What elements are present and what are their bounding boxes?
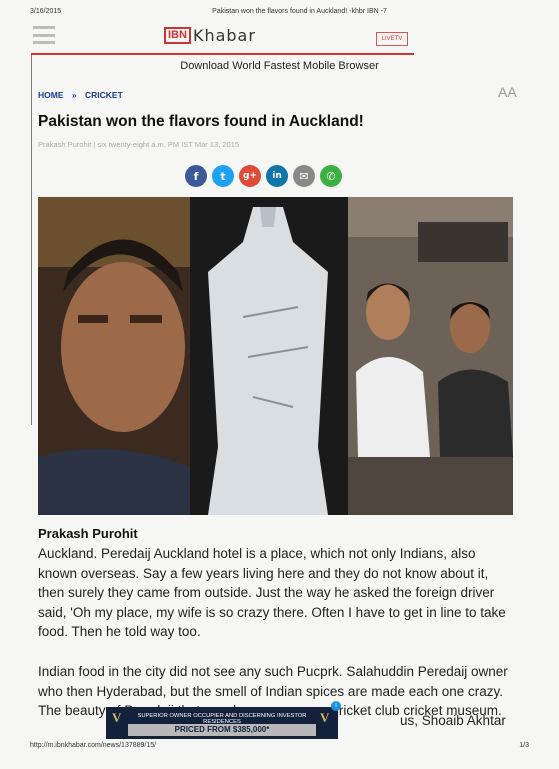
breadcrumb-separator: » [71, 90, 77, 100]
linkedin-icon[interactable]: in [266, 165, 288, 187]
article-byline: Prakash Purohit | six twenty-eight a.m. … [38, 140, 240, 149]
facebook-icon[interactable]: f [185, 165, 207, 187]
hamburger-menu-icon[interactable] [33, 26, 55, 44]
article-trailing-text: us, Shoaib Akhtar [400, 713, 506, 728]
article-title: Pakistan won the flavors found in Auckla… [38, 113, 364, 130]
live-tv-button[interactable]: LIVETV [376, 32, 408, 46]
print-header: 3/16/2015 Pakistan won the flavors found… [30, 8, 529, 20]
share-bar: f t g+ in ✉ ✆ [185, 165, 342, 187]
email-icon[interactable]: ✉ [293, 165, 315, 187]
ad-logo: V [112, 710, 122, 725]
article-paragraph: Auckland. Peredaij Auckland hotel is a p… [38, 546, 506, 640]
breadcrumb: HOME » CRICKET [38, 90, 129, 100]
ad-price-button[interactable]: PRICED FROM $385,000* [128, 724, 316, 736]
advertisement-banner[interactable]: V SUPERIOR OWNER OCCUPIER AND DISCERNING… [106, 701, 341, 739]
text-size-toggle[interactable]: AA [498, 84, 517, 100]
google-plus-icon[interactable]: g+ [239, 165, 261, 187]
site-logo[interactable]: IBN Khabar [164, 25, 256, 45]
breadcrumb-cricket[interactable]: CRICKET [85, 90, 123, 100]
ad-logo: V [320, 710, 330, 725]
left-border-line [31, 55, 32, 425]
logo-ibn: IBN [164, 26, 191, 44]
twitter-icon[interactable]: t [212, 165, 234, 187]
adchoices-icon[interactable]: i [331, 701, 341, 711]
print-page-title: Pakistan won the flavors found in Auckla… [212, 8, 387, 15]
header-divider [31, 53, 414, 55]
article-hero-image [38, 197, 513, 515]
article-author: Prakash Purohit [38, 526, 138, 541]
print-url: http://m.ibnkhabar.com/news/137889/15/ [30, 742, 157, 749]
breadcrumb-home[interactable]: HOME [38, 90, 64, 100]
print-page-number: 1/3 [519, 742, 529, 749]
print-footer: http://m.ibnkhabar.com/news/137889/15/ 1… [30, 742, 529, 749]
whatsapp-icon[interactable]: ✆ [320, 165, 342, 187]
download-browser-banner[interactable]: Download World Fastest Mobile Browser [31, 60, 528, 72]
logo-khabar: Khabar [192, 25, 256, 45]
